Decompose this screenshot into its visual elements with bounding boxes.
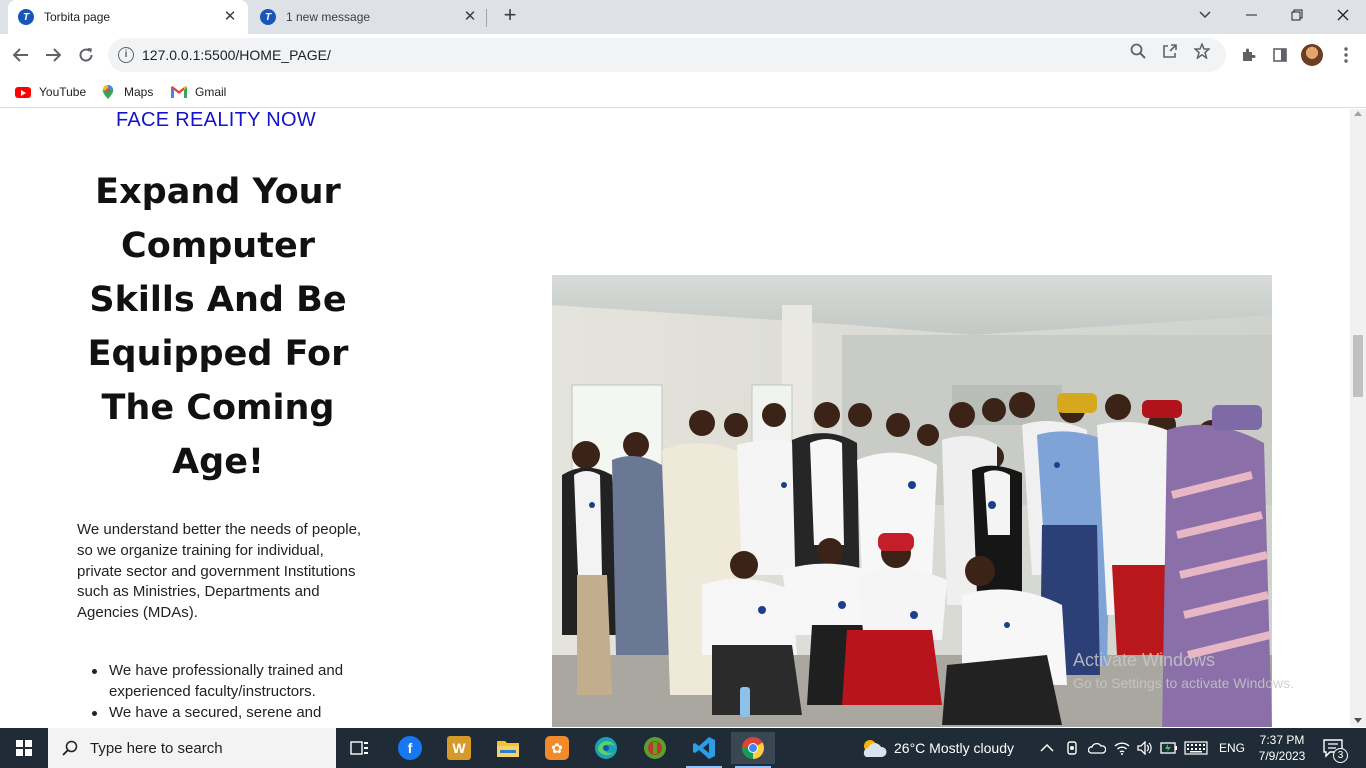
volume-button[interactable] (1137, 728, 1153, 768)
facebook-icon: f (398, 736, 422, 760)
forward-button[interactable] (40, 42, 66, 68)
feature-item: We have a secured, serene and (92, 703, 379, 724)
back-button[interactable] (8, 42, 34, 68)
notification-count-badge: 3 (1333, 748, 1348, 763)
scroll-up-arrow-icon[interactable] (1354, 111, 1362, 116)
scroll-thumb[interactable] (1353, 335, 1363, 397)
paint-app[interactable]: ✿ (535, 732, 579, 764)
windows-logo-icon (16, 740, 32, 756)
feature-list: We have professionally trained and exper… (92, 661, 379, 724)
app-globe-icon (644, 737, 666, 759)
clock-date: 7/9/2023 (1258, 749, 1306, 763)
address-bar[interactable]: i 127.0.0.1:5500/HOME_PAGE/ (108, 38, 1226, 72)
system-clock[interactable]: 7:37 PM 7/9/2023 (1256, 732, 1308, 764)
battery-charging-icon (1160, 742, 1177, 754)
zoom-icon[interactable] (1129, 42, 1147, 60)
tray-device-icon[interactable] (1066, 728, 1080, 768)
page-scrollbar[interactable] (1350, 109, 1366, 727)
edge-app[interactable] (584, 732, 628, 764)
tab-title: 1 new message (286, 10, 371, 24)
speaker-icon (1137, 741, 1152, 755)
reload-button[interactable] (73, 42, 99, 68)
restore-button[interactable] (1274, 0, 1320, 30)
bookmark-label: YouTube (39, 85, 87, 99)
torbita-favicon-icon: T (18, 9, 34, 25)
task-view-icon (350, 741, 368, 755)
side-panel-icon[interactable] (1269, 44, 1291, 66)
bookmark-label: Gmail (195, 85, 227, 99)
weather-widget[interactable]: 26°C Mostly cloudy (860, 728, 1014, 768)
show-hidden-icons[interactable] (1040, 728, 1054, 768)
site-info-icon[interactable]: i (118, 47, 134, 63)
task-view-button[interactable] (338, 732, 382, 764)
touch-keyboard-button[interactable] (1184, 728, 1208, 768)
chrome-app[interactable] (731, 732, 775, 768)
file-explorer-app[interactable] (486, 732, 530, 764)
gmail-icon (171, 86, 187, 98)
green-app[interactable] (633, 732, 677, 764)
search-placeholder: Type here to search (90, 739, 223, 757)
network-button[interactable] (1114, 728, 1130, 768)
chrome-menu-icon[interactable] (1335, 44, 1357, 66)
hero-headline: Expand Your Computer Skills And Be Equip… (87, 172, 349, 482)
new-tab-button[interactable]: + (498, 4, 522, 28)
close-tab-icon[interactable]: ✕ (222, 9, 238, 25)
maps-icon (102, 85, 114, 99)
chevron-up-icon (1040, 743, 1054, 752)
folder-icon (497, 741, 519, 757)
word-icon: W (447, 736, 471, 760)
bookmarks-bar: YouTube Maps Gmail (0, 76, 1366, 108)
torbita-favicon-icon: T (260, 9, 276, 25)
tray-cloud-icon[interactable] (1088, 728, 1106, 768)
tab-search-chevron-icon[interactable] (1182, 0, 1228, 30)
tab-new-message[interactable]: T 1 new message ✕ (250, 0, 488, 34)
activate-windows-watermark: Activate Windows (1073, 650, 1216, 670)
bookmark-maps[interactable]: Maps (102, 82, 153, 102)
page-viewport: FACE REALITY NOW Expand Your Computer Sk… (0, 109, 1350, 727)
edge-icon (595, 737, 617, 759)
close-tab-icon[interactable]: ✕ (462, 9, 478, 25)
scroll-down-arrow-icon[interactable] (1354, 718, 1362, 723)
wifi-icon (1114, 742, 1130, 755)
tab-title: Torbita page (44, 10, 111, 24)
meet-now-icon (1067, 741, 1077, 755)
clock-time: 7:37 PM (1259, 733, 1305, 747)
vscode-app[interactable] (682, 732, 726, 768)
tab-torbita-page[interactable]: T Torbita page ✕ (8, 0, 248, 34)
bookmark-star-icon[interactable] (1193, 42, 1211, 60)
share-icon[interactable] (1161, 42, 1179, 60)
tagline: FACE REALITY NOW (116, 109, 317, 131)
close-window-button[interactable] (1320, 0, 1366, 30)
profile-avatar[interactable] (1301, 44, 1323, 66)
vscode-icon (693, 737, 715, 759)
intro-paragraph: We understand better the needs of people… (77, 521, 362, 622)
tab-strip: T Torbita page ✕ T 1 new message ✕ + (0, 0, 1366, 34)
windows-taskbar: Type here to search f W ✿ 26°C Mostly cl… (0, 728, 1366, 768)
paint-palette-icon: ✿ (545, 736, 569, 760)
youtube-icon (15, 86, 31, 98)
onedrive-icon (1088, 742, 1106, 754)
bookmark-gmail[interactable]: Gmail (171, 82, 226, 102)
weather-text: 26°C Mostly cloudy (894, 740, 1014, 756)
activate-windows-subtext: Go to Settings to activate Windows. (1073, 675, 1294, 691)
cloudy-weather-icon (863, 740, 887, 757)
browser-toolbar: i 127.0.0.1:5500/HOME_PAGE/ (0, 34, 1366, 76)
search-icon (62, 740, 78, 756)
taskbar-search[interactable]: Type here to search (48, 728, 336, 768)
word-app[interactable]: W (437, 732, 481, 764)
feature-item: We have professionally trained and exper… (92, 661, 379, 702)
tab-divider (486, 9, 487, 27)
chrome-icon (742, 737, 764, 759)
url-text: 127.0.0.1:5500/HOME_PAGE/ (142, 47, 331, 63)
battery-button[interactable] (1160, 728, 1178, 768)
bookmark-label: Maps (124, 85, 154, 99)
keyboard-icon (1184, 741, 1208, 755)
bookmark-youtube[interactable]: YouTube (15, 82, 86, 102)
start-button[interactable] (0, 728, 48, 768)
facebook-app[interactable]: f (388, 732, 432, 764)
minimize-button[interactable] (1228, 0, 1274, 30)
input-language[interactable]: ENG (1219, 728, 1245, 768)
extensions-icon[interactable] (1237, 44, 1259, 66)
